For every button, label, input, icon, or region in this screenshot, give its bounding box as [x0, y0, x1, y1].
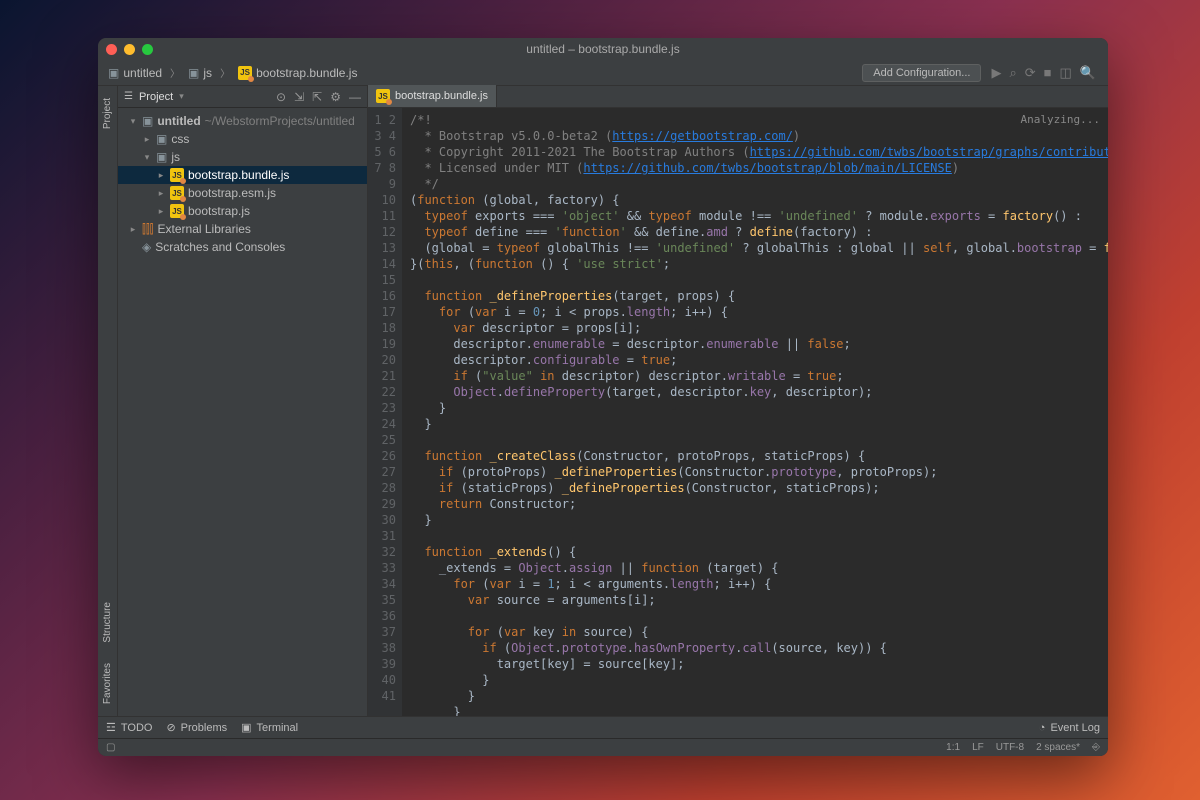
js-file-icon	[376, 89, 390, 103]
folder-icon: ▣	[156, 150, 167, 164]
js-file-icon	[170, 204, 184, 218]
tree-label: js	[171, 150, 180, 164]
breadcrumb-label: untitled	[123, 66, 162, 80]
todo-button[interactable]: ☲TODO	[106, 721, 152, 734]
status-left-icon[interactable]: ▢	[106, 742, 115, 753]
tab-label: bootstrap.bundle.js	[395, 90, 488, 102]
tree-file-esm[interactable]: ▸ bootstrap.esm.js	[118, 184, 367, 202]
folder-icon: ▣	[188, 66, 199, 80]
problems-button[interactable]: ⊘Problems	[166, 721, 227, 734]
project-tree: ▾▣ untitled ~/WebstormProjects/untitled …	[118, 108, 367, 716]
tree-external-libs[interactable]: ▸⫿⫿⫿ External Libraries	[118, 220, 367, 238]
line-separator[interactable]: LF	[972, 742, 984, 753]
navigation-bar: ▣ untitled 〉 ▣ js 〉 bootstrap.bundle.js …	[98, 60, 1108, 86]
tree-folder-css[interactable]: ▸▣ css	[118, 130, 367, 148]
tree-label: External Libraries	[158, 222, 251, 236]
sidebar-title: Project	[139, 91, 173, 103]
bottom-toolbar: ☲TODO ⊘Problems ▣Terminal ◔Event Log	[98, 716, 1108, 738]
ide-window: untitled – bootstrap.bundle.js ▣ untitle…	[98, 38, 1108, 756]
tree-scratches[interactable]: ◈ Scratches and Consoles	[118, 238, 367, 256]
breadcrumb-label: js	[203, 66, 212, 80]
breadcrumb-file[interactable]: bootstrap.bundle.js	[234, 64, 361, 82]
chevron-right-icon: 〉	[220, 65, 230, 80]
warning-icon: ⊘	[166, 721, 175, 734]
hide-icon[interactable]: —	[349, 90, 361, 104]
tree-label: bootstrap.esm.js	[188, 186, 276, 200]
tree-label: bootstrap.bundle.js	[188, 168, 289, 182]
coverage-icon[interactable]: ⟳	[1025, 65, 1036, 81]
terminal-icon: ▣	[241, 721, 251, 734]
add-configuration-button[interactable]: Add Configuration...	[862, 64, 981, 82]
rail-structure[interactable]: Structure	[102, 598, 113, 647]
tree-file-bundle[interactable]: ▸ bootstrap.bundle.js	[118, 166, 367, 184]
titlebar[interactable]: untitled – bootstrap.bundle.js	[98, 38, 1108, 60]
terminal-button[interactable]: ▣Terminal	[241, 721, 298, 734]
sidebar-header: ☰ Project ▾ ⊙ ⇲ ⇱ ⚙ —	[118, 86, 367, 108]
select-opened-icon[interactable]: ⊙	[276, 90, 286, 104]
analyzing-indicator: Analyzing...	[1021, 112, 1100, 128]
code-editor[interactable]: Analyzing... 1 2 3 4 5 6 7 8 9 10 11 12 …	[368, 108, 1108, 716]
tree-path: ~/WebstormProjects/untitled	[205, 114, 355, 128]
project-sidebar: ☰ Project ▾ ⊙ ⇲ ⇱ ⚙ — ▾▣ untitled ~/Webs…	[118, 86, 368, 716]
event-log-button[interactable]: ◔Event Log	[1039, 722, 1100, 734]
tab-bootstrap-bundle[interactable]: bootstrap.bundle.js	[368, 85, 497, 107]
list-icon: ☲	[106, 721, 116, 734]
status-bar: ▢ 1:1 LF UTF-8 2 spaces* ⎆	[98, 738, 1108, 756]
js-file-icon	[170, 168, 184, 182]
js-file-icon	[170, 186, 184, 200]
scratch-icon: ◈	[142, 240, 151, 254]
window-title: untitled – bootstrap.bundle.js	[98, 42, 1108, 56]
gear-icon[interactable]: ⚙	[330, 90, 341, 104]
tree-root[interactable]: ▾▣ untitled ~/WebstormProjects/untitled	[118, 112, 367, 130]
folder-icon: ▣	[108, 66, 119, 80]
tree-file-js[interactable]: ▸ bootstrap.js	[118, 202, 367, 220]
caret-position[interactable]: 1:1	[946, 742, 960, 753]
tree-label: css	[171, 132, 189, 146]
layout-icon[interactable]: ◫	[1060, 65, 1072, 81]
library-icon: ⫿⫿⫿	[142, 222, 154, 237]
tree-folder-js[interactable]: ▾▣ js	[118, 148, 367, 166]
editor-tabs: bootstrap.bundle.js	[368, 86, 1108, 108]
speech-icon: ◔	[1039, 722, 1046, 734]
lock-icon[interactable]: ⎆	[1092, 742, 1100, 753]
line-gutter[interactable]: 1 2 3 4 5 6 7 8 9 10 11 12 13 14 15 16 1…	[368, 108, 402, 716]
tree-label: Scratches and Consoles	[155, 240, 285, 254]
editor-area: bootstrap.bundle.js Analyzing... 1 2 3 4…	[368, 86, 1108, 716]
rail-favorites[interactable]: Favorites	[102, 659, 113, 708]
list-icon: ☰	[124, 91, 133, 102]
run-icon[interactable]: ▶	[991, 65, 1001, 81]
collapse-all-icon[interactable]: ⇱	[312, 90, 322, 104]
tree-label: bootstrap.js	[188, 204, 250, 218]
code-content[interactable]: /*! * Bootstrap v5.0.0-beta2 (https://ge…	[402, 108, 1108, 716]
breadcrumb-project[interactable]: ▣ untitled	[104, 64, 166, 82]
breadcrumb-label: bootstrap.bundle.js	[256, 66, 357, 80]
folder-icon: ▣	[156, 132, 167, 146]
expand-all-icon[interactable]: ⇲	[294, 90, 304, 104]
indent[interactable]: 2 spaces*	[1036, 742, 1080, 753]
search-icon[interactable]: 🔍	[1080, 65, 1096, 81]
folder-icon: ▣	[142, 114, 153, 128]
js-file-icon	[238, 66, 252, 80]
left-tool-rail: Project Structure Favorites	[98, 86, 118, 716]
rail-project[interactable]: Project	[102, 94, 113, 133]
encoding[interactable]: UTF-8	[996, 742, 1024, 753]
tree-label: untitled	[157, 114, 200, 128]
breadcrumb-folder[interactable]: ▣ js	[184, 64, 216, 82]
stop-icon[interactable]: ■	[1044, 65, 1052, 80]
chevron-right-icon: 〉	[170, 65, 180, 80]
debug-icon[interactable]: ⌕	[1009, 65, 1016, 81]
